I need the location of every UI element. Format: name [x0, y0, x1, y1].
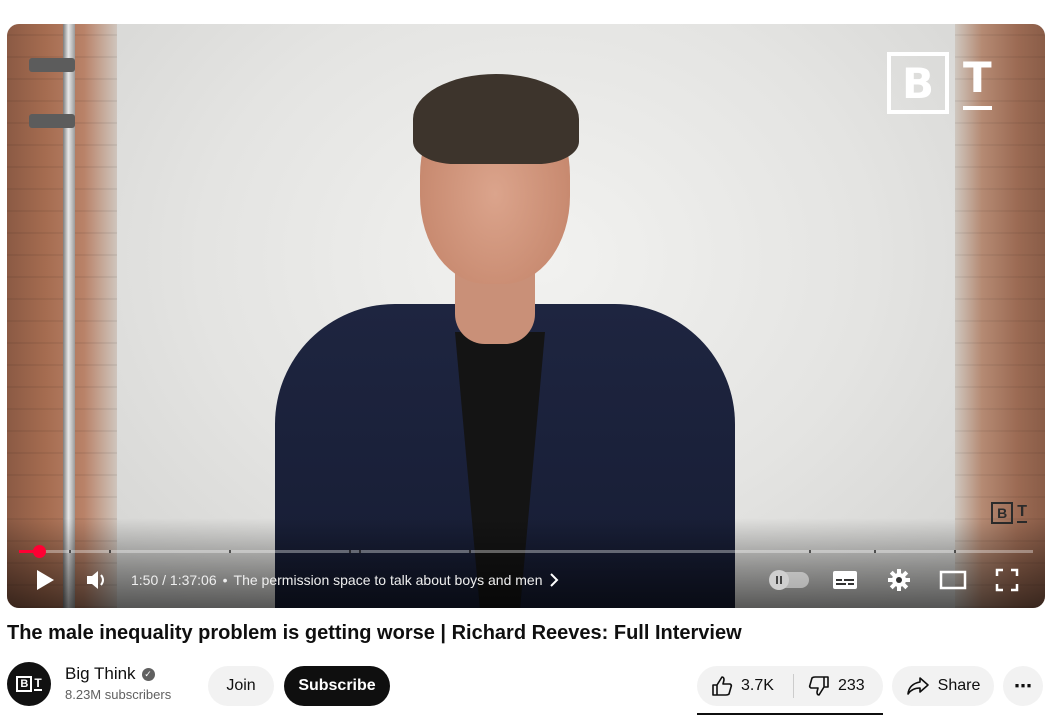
- player-controls: 1:50 / 1:37:06 • The permission space to…: [7, 562, 1045, 598]
- fullscreen-icon: [995, 568, 1019, 592]
- chapter-marker: [809, 550, 811, 553]
- brand-watermark-box: B: [887, 52, 949, 114]
- chapter-marker: [229, 550, 231, 553]
- channel-name[interactable]: Big Think: [65, 664, 136, 684]
- mute-button[interactable]: [79, 562, 115, 598]
- verified-check-icon: ✓: [141, 667, 155, 681]
- player-controls-right: [769, 562, 1045, 598]
- thumbs-down-icon: [808, 676, 829, 696]
- channel-avatar-letter: T: [34, 676, 42, 691]
- video-meta-row: B T Big Think ✓ 8.23M subscribers Join S…: [7, 662, 1047, 715]
- chapter-marker: [359, 550, 361, 553]
- play-button[interactable]: [27, 562, 63, 598]
- chapter-button[interactable]: The permission space to talk about boys …: [234, 572, 559, 588]
- light-stand-clamp: [29, 58, 75, 72]
- subtitles-icon: [833, 571, 857, 589]
- brand-watermark-letter: T: [963, 52, 992, 110]
- subscriber-count: 8.23M subscribers: [65, 687, 172, 702]
- gear-icon: [888, 569, 910, 591]
- progress-bar[interactable]: [19, 545, 1033, 558]
- like-count: 3.7K: [741, 677, 774, 694]
- channel-info: Big Think ✓ 8.23M subscribers: [65, 664, 171, 702]
- theater-mode-button[interactable]: [935, 562, 971, 598]
- chapter-title: The permission space to talk about boys …: [233, 572, 543, 588]
- share-icon: [906, 677, 929, 695]
- channel-name-row: Big Think ✓: [65, 664, 171, 684]
- time-separator: •: [222, 572, 228, 588]
- subscribe-button[interactable]: Subscribe: [284, 666, 390, 706]
- time-display: 1:50 / 1:37:06: [131, 572, 217, 588]
- theater-mode-icon: [939, 570, 967, 590]
- subtitles-button[interactable]: [827, 562, 863, 598]
- light-stand-clamp: [29, 114, 75, 128]
- chapter-marker: [469, 550, 471, 553]
- autoplay-toggle[interactable]: [769, 570, 809, 590]
- settings-button[interactable]: [881, 562, 917, 598]
- dislike-count: 233: [838, 677, 865, 694]
- video-title: The male inequality problem is getting w…: [7, 622, 742, 644]
- like-button[interactable]: 3.7K: [697, 666, 793, 706]
- share-button[interactable]: Share: [892, 666, 994, 706]
- chapter-marker: [874, 550, 876, 553]
- dislike-button[interactable]: 233: [794, 666, 865, 706]
- play-icon: [37, 570, 54, 590]
- chapter-marker: [109, 550, 111, 553]
- thumbs-up-icon: [712, 676, 733, 696]
- pause-icon: [776, 576, 782, 584]
- channel-avatar-box: B: [16, 676, 33, 692]
- volume-icon: [87, 571, 104, 589]
- chapter-marker: [349, 550, 351, 553]
- chapter-marker: [69, 550, 71, 553]
- fullscreen-button[interactable]: [989, 562, 1025, 598]
- scrubber-handle[interactable]: [33, 545, 46, 558]
- chevron-right-icon: [549, 573, 558, 587]
- chapter-marker: [954, 550, 956, 553]
- brand-watermark: B T: [887, 52, 993, 116]
- more-actions-button[interactable]: ⋯: [1003, 666, 1043, 706]
- like-dislike-group: 3.7K 233: [697, 666, 883, 706]
- autoplay-knob: [769, 570, 789, 590]
- share-label: Share: [937, 677, 981, 694]
- like-ratio-bar: [697, 713, 883, 715]
- video-player[interactable]: B T B T 1:50 / 1:37:06 • The permission …: [7, 24, 1045, 608]
- join-button[interactable]: Join: [208, 666, 274, 706]
- channel-avatar[interactable]: B T: [7, 662, 51, 706]
- hair: [413, 74, 579, 164]
